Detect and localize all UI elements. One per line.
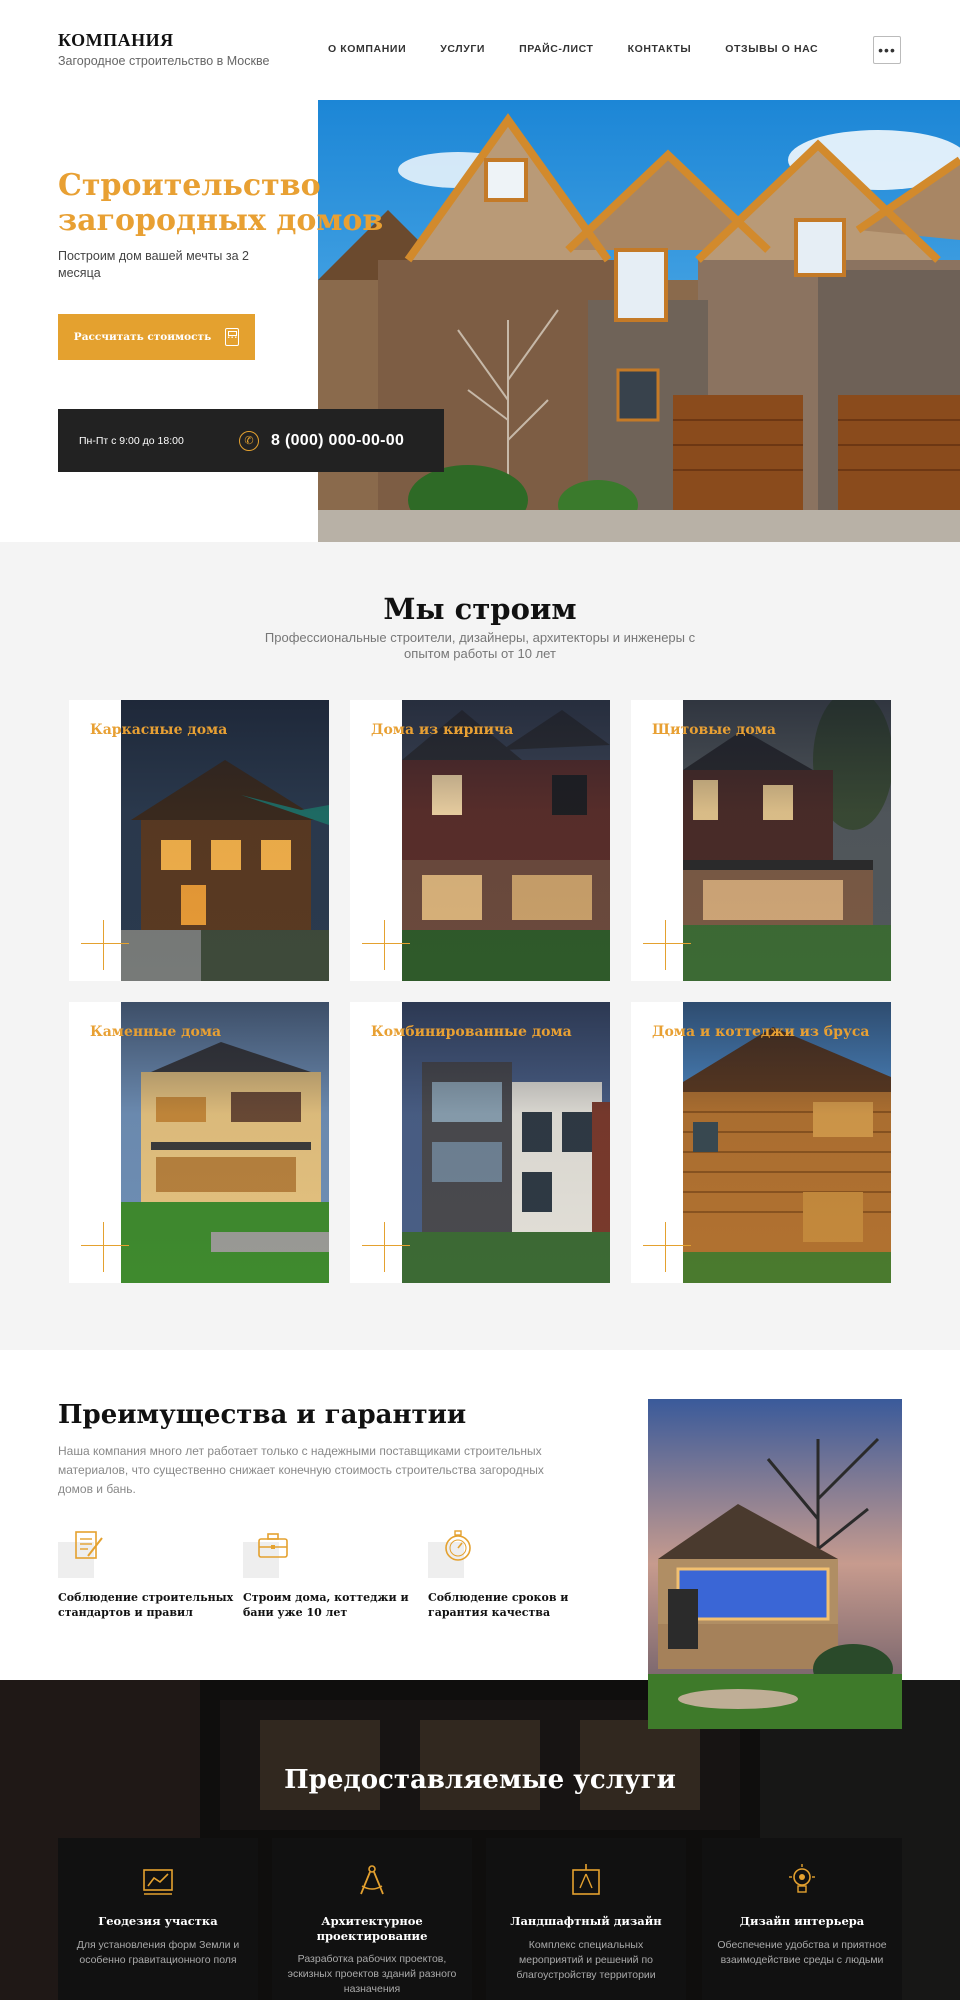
service-title: Архитектурное проектирование (316, 1914, 428, 1943)
service-desc: Обеспечение удобства и приятное взаимоде… (717, 1939, 887, 1966)
service-title: Геодезия участка (98, 1914, 218, 1928)
card-title: Дома из кирпича (371, 722, 514, 738)
plus-icon (384, 1222, 385, 1272)
card-shade (121, 1002, 329, 1283)
advantage-label: Соблюдение сроков и гарантия качества (428, 1591, 569, 1619)
card-photo (402, 1002, 610, 1283)
service-card-interior[interactable]: Дизайн интерьера Обеспечение удобства и … (702, 1838, 902, 2000)
house-card-panel[interactable]: Щитовые дома (631, 700, 891, 981)
plus-icon (643, 1245, 691, 1246)
nav-item-about[interactable]: О КОМПАНИИ (328, 43, 406, 55)
section-text: Наша компания много лет работает только … (58, 1444, 544, 1496)
section-title: Мы строим (383, 592, 577, 626)
plus-icon (665, 1222, 666, 1272)
surveying-icon (143, 1869, 173, 1895)
hero-house-photo (318, 100, 960, 542)
advantage-item: Соблюдение сроков и гарантия качества (428, 1528, 608, 1620)
phone-icon[interactable]: ✆ (239, 430, 259, 451)
calculator-icon (225, 328, 240, 346)
house-card-timber[interactable]: Дома и коттеджи из бруса (631, 1002, 891, 1283)
advantage-item: Строим дома, коттеджи и бани уже 10 лет (243, 1528, 423, 1620)
plus-icon (81, 943, 129, 944)
house-card-brick[interactable]: Дома из кирпича (350, 700, 610, 981)
service-card-architecture[interactable]: Архитектурное проектирование Разработка … (272, 1838, 472, 2000)
plus-icon (103, 1222, 104, 1272)
plus-icon (665, 920, 666, 970)
section-title: Предоставляемые услуги (284, 1765, 676, 1795)
plus-icon (362, 1245, 410, 1246)
plus-icon (362, 943, 410, 944)
phone-number[interactable]: 8 (000) 000-00-00 (271, 432, 404, 450)
document-pen-icon (75, 1531, 103, 1559)
card-photo (121, 700, 329, 981)
plus-icon (384, 920, 385, 970)
house-card-frame[interactable]: Каркасные дома (69, 700, 329, 981)
menu-button[interactable]: ••• (873, 36, 901, 64)
calculate-cost-button[interactable]: Рассчитать стоимость (58, 314, 255, 360)
briefcase-icon (258, 1533, 288, 1558)
card-title: Дома и коттеджи из бруса (652, 1024, 870, 1040)
we-build-section: Мы строим Профессиональные строители, ди… (0, 542, 960, 1350)
card-title: Комбинированные дома (371, 1024, 572, 1040)
card-photo (121, 1002, 329, 1283)
house-card-combined[interactable]: Комбинированные дома (350, 1002, 610, 1283)
card-shade (121, 700, 329, 981)
brand-tagline: Загородное строительство в Москве (58, 54, 270, 68)
service-card-landscape[interactable]: Ландшафтный дизайн Комплекс специальных … (486, 1838, 686, 2000)
service-desc: Комплекс специальных мероприятий и решен… (516, 1939, 656, 1981)
section-title: Преимущества и гарантии (58, 1400, 467, 1430)
advantages-photo (648, 1399, 902, 1729)
main-nav: О КОМПАНИИ УСЛУГИ ПРАЙС-ЛИСТ КОНТАКТЫ ОТ… (328, 43, 852, 55)
nav-item-contacts[interactable]: КОНТАКТЫ (628, 43, 692, 55)
house-card-stone[interactable]: Каменные дома (69, 1002, 329, 1283)
advantage-item: Соблюдение строительных стандартов и пра… (58, 1528, 238, 1620)
stopwatch-icon (445, 1530, 471, 1561)
blueprint-icon (572, 1864, 600, 1895)
nav-item-price-list[interactable]: ПРАЙС-ЛИСТ (519, 43, 594, 55)
card-photo (402, 700, 610, 981)
card-photo (683, 1002, 891, 1283)
card-shade (402, 1002, 610, 1283)
site-header: КОМПАНИЯ Загородное строительство в Моск… (0, 0, 960, 100)
nav-item-services[interactable]: УСЛУГИ (440, 43, 485, 55)
advantage-label: Строим дома, коттеджи и бани уже 10 лет (243, 1591, 409, 1619)
working-hours: Пн-Пт с 9:00 до 18:00 (79, 434, 184, 447)
nav-item-reviews[interactable]: ОТЗЫВЫ О НАС (725, 43, 818, 55)
card-photo (683, 700, 891, 981)
brand[interactable]: КОМПАНИЯ Загородное строительство в Моск… (58, 30, 269, 68)
brand-name[interactable]: КОМПАНИЯ (58, 30, 269, 51)
hero-title: Строительство загородных домов (58, 168, 384, 238)
card-title: Каркасные дома (90, 722, 228, 738)
lightbulb-icon (789, 1864, 815, 1893)
plus-icon (81, 1245, 129, 1246)
hero-subtitle: Построим дом вашей мечты за 2 месяца (58, 249, 249, 280)
card-shade (683, 1002, 891, 1283)
contact-bar: Пн-Пт с 9:00 до 18:00 ✆ 8 (000) 000-00-0… (58, 409, 444, 472)
card-title: Каменные дома (90, 1024, 222, 1040)
card-shade (683, 700, 891, 981)
plus-icon (643, 943, 691, 944)
calculate-cost-label: Рассчитать стоимость (73, 331, 212, 343)
service-card-geodesy[interactable]: Геодезия участка Для установления форм З… (58, 1838, 258, 2000)
service-title: Ландшафтный дизайн (510, 1914, 662, 1928)
service-desc: Для установления форм Земли и особенно г… (76, 1939, 240, 1966)
ellipsis-icon: ••• (878, 42, 896, 58)
section-subtitle: Профессиональные строители, дизайнеры, а… (264, 630, 696, 661)
compass-icon (360, 1865, 384, 1895)
advantage-label: Соблюдение строительных стандартов и пра… (58, 1591, 234, 1619)
card-title: Щитовые дома (652, 722, 776, 738)
card-shade (402, 700, 610, 981)
service-desc: Разработка рабочих проектов, эскизных пр… (287, 1953, 457, 1995)
service-title: Дизайн интерьера (739, 1914, 865, 1928)
plus-icon (103, 920, 104, 970)
